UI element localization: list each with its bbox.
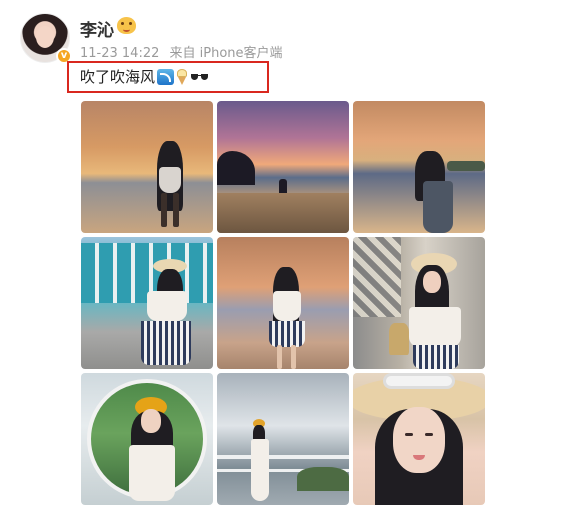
- post-timestamp[interactable]: 11-23 14:22: [80, 46, 159, 61]
- photo-selfie-hat[interactable]: [353, 373, 485, 505]
- photo-mirror[interactable]: [81, 373, 213, 505]
- post-source: 来自 iPhone客户端: [169, 46, 283, 61]
- wave-emoji-icon: [157, 69, 175, 85]
- photo-sunset-beach-1[interactable]: [81, 101, 213, 233]
- author-name[interactable]: 李沁: [80, 16, 114, 41]
- post-text-content: 吹了吹海风: [80, 68, 156, 86]
- photo-hat-window[interactable]: [353, 237, 485, 369]
- ice-cream-emoji-icon: [176, 69, 188, 85]
- sunglasses-emoji-icon: [190, 69, 210, 85]
- avatar-face: [36, 26, 54, 48]
- photo-sunset-beach-2[interactable]: [217, 101, 349, 233]
- photo-building[interactable]: [81, 237, 213, 369]
- emoji-badge-icon: [117, 17, 136, 34]
- photo-seaside-standing[interactable]: [217, 237, 349, 369]
- photo-railing[interactable]: [217, 373, 349, 505]
- post-meta: 11-23 14:22 来自 iPhone客户端: [80, 42, 283, 61]
- post-text: 吹了吹海风: [80, 66, 210, 87]
- photo-sunset-beach-3[interactable]: [353, 101, 485, 233]
